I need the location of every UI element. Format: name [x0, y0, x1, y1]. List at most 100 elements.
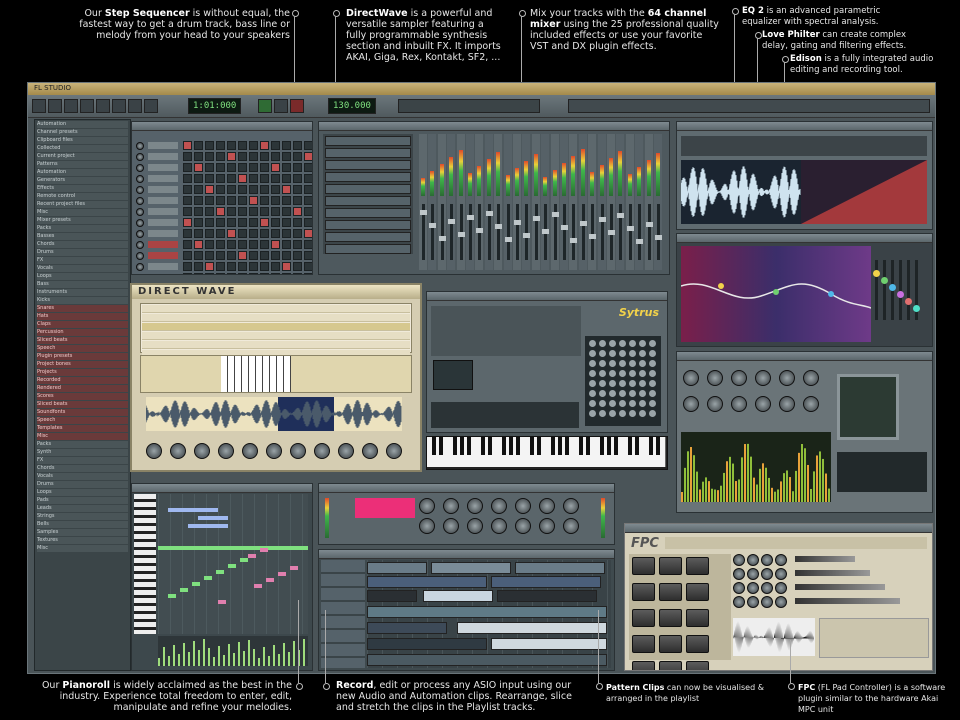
eq-band-handle[interactable] — [913, 305, 920, 312]
eq-band-slider[interactable] — [873, 260, 880, 320]
fader-handle[interactable] — [598, 217, 606, 222]
eq-band-slider[interactable] — [881, 260, 888, 320]
matrix-knob[interactable] — [649, 370, 656, 377]
matrix-knob[interactable] — [589, 380, 596, 387]
velocity-bar[interactable] — [253, 649, 255, 666]
matrix-knob[interactable] — [589, 400, 596, 407]
matrix-knob[interactable] — [649, 360, 656, 367]
browser-item[interactable]: Sliced beats — [37, 401, 128, 408]
browser-item[interactable]: Bass — [37, 281, 128, 288]
mixer-channel[interactable] — [428, 134, 437, 270]
velocity-bar[interactable] — [268, 656, 270, 666]
fpc-pad[interactable] — [659, 557, 682, 575]
black-key[interactable] — [488, 437, 492, 455]
step-button[interactable] — [238, 273, 247, 274]
fader-handle[interactable] — [429, 223, 437, 228]
playlist-clip[interactable] — [367, 562, 427, 574]
browser-item[interactable]: Mixer presets — [37, 217, 128, 224]
mixer-fader[interactable] — [636, 204, 644, 260]
directwave-knob[interactable] — [170, 443, 186, 459]
browser-item[interactable]: Recent project files — [37, 201, 128, 208]
mixer-channel[interactable] — [635, 134, 644, 270]
synth-knob[interactable] — [515, 518, 531, 534]
mixer-channel[interactable] — [466, 134, 474, 270]
mixer-fader[interactable] — [532, 204, 540, 260]
black-key[interactable] — [460, 437, 464, 455]
mixer-fader[interactable] — [495, 204, 503, 260]
program-row[interactable] — [142, 341, 410, 349]
fpc-knob[interactable] — [747, 554, 759, 566]
mixer-fader[interactable] — [438, 204, 446, 260]
black-key[interactable] — [607, 437, 611, 455]
browser-item[interactable]: Textures — [37, 537, 128, 544]
playlist-clip[interactable] — [423, 590, 493, 602]
mixer-fader[interactable] — [645, 204, 653, 260]
velocity-bar[interactable] — [288, 652, 290, 666]
eq-band-handle[interactable] — [905, 298, 912, 305]
fader-handle[interactable] — [420, 210, 427, 215]
matrix-knob[interactable] — [649, 340, 656, 347]
matrix-knob[interactable] — [619, 360, 626, 367]
matrix-knob[interactable] — [649, 380, 656, 387]
mixer-fader[interactable] — [542, 204, 550, 260]
matrix-knob[interactable] — [619, 410, 626, 417]
browser-item[interactable]: Strings — [37, 513, 128, 520]
velocity-bar[interactable] — [163, 647, 165, 666]
matrix-knob[interactable] — [589, 360, 596, 367]
step-button[interactable] — [205, 273, 214, 274]
matrix-knob[interactable] — [609, 350, 616, 357]
black-key[interactable] — [656, 437, 660, 455]
piano-roll-note[interactable] — [254, 584, 262, 588]
matrix-knob[interactable] — [599, 410, 606, 417]
browser-item[interactable]: Vocals — [37, 265, 128, 272]
mixer-channel[interactable] — [531, 134, 540, 270]
playlist-clip[interactable] — [497, 590, 597, 602]
browser-item[interactable]: Collected — [37, 145, 128, 152]
browser-item[interactable]: Pads — [37, 497, 128, 504]
fx-slot[interactable] — [325, 136, 411, 146]
black-key[interactable] — [565, 437, 569, 455]
matrix-knob[interactable] — [609, 380, 616, 387]
fpc-pad[interactable] — [659, 635, 682, 653]
browser-item[interactable]: Hats — [37, 313, 128, 320]
matrix-knob[interactable] — [609, 340, 616, 347]
fx-slot[interactable] — [325, 208, 411, 218]
matrix-knob[interactable] — [619, 380, 626, 387]
matrix-knob[interactable] — [589, 390, 596, 397]
matrix-knob[interactable] — [599, 340, 606, 347]
matrix-knob[interactable] — [589, 410, 596, 417]
browser-item[interactable]: Patterns — [37, 161, 128, 168]
black-key[interactable] — [467, 437, 471, 455]
fader-handle[interactable] — [495, 224, 503, 229]
fader-handle[interactable] — [551, 212, 559, 217]
black-key[interactable] — [558, 437, 562, 455]
black-key[interactable] — [614, 437, 618, 455]
mixer-fader[interactable] — [570, 204, 578, 260]
matrix-knob[interactable] — [629, 400, 636, 407]
matrix-knob[interactable] — [599, 400, 606, 407]
browser-item[interactable]: Generators — [37, 177, 128, 184]
fpc-layer-bar[interactable] — [795, 570, 870, 576]
philter-knob[interactable] — [707, 370, 723, 386]
fader-handle[interactable] — [542, 229, 550, 234]
program-row[interactable] — [142, 305, 410, 313]
matrix-knob[interactable] — [639, 410, 646, 417]
directwave-knob[interactable] — [194, 443, 210, 459]
philter-knob[interactable] — [755, 370, 771, 386]
piano-roll-note[interactable] — [216, 570, 224, 574]
browser-item[interactable]: Plugin presets — [37, 353, 128, 360]
matrix-knob[interactable] — [639, 390, 646, 397]
fpc-knob[interactable] — [733, 568, 745, 580]
synth-knob[interactable] — [515, 498, 531, 514]
eq2-header[interactable] — [677, 234, 932, 243]
mixer-channel[interactable] — [541, 134, 550, 270]
playlist-clip[interactable] — [367, 590, 417, 602]
browser-item[interactable]: Loops — [37, 273, 128, 280]
matrix-knob[interactable] — [629, 370, 636, 377]
fader-handle[interactable] — [523, 233, 531, 238]
black-key[interactable] — [481, 437, 485, 455]
eq-band-handle[interactable] — [897, 291, 904, 298]
mixer-channel[interactable] — [522, 134, 531, 270]
piano-roll-note[interactable] — [290, 566, 298, 570]
piano-keyboard[interactable] — [426, 436, 668, 470]
